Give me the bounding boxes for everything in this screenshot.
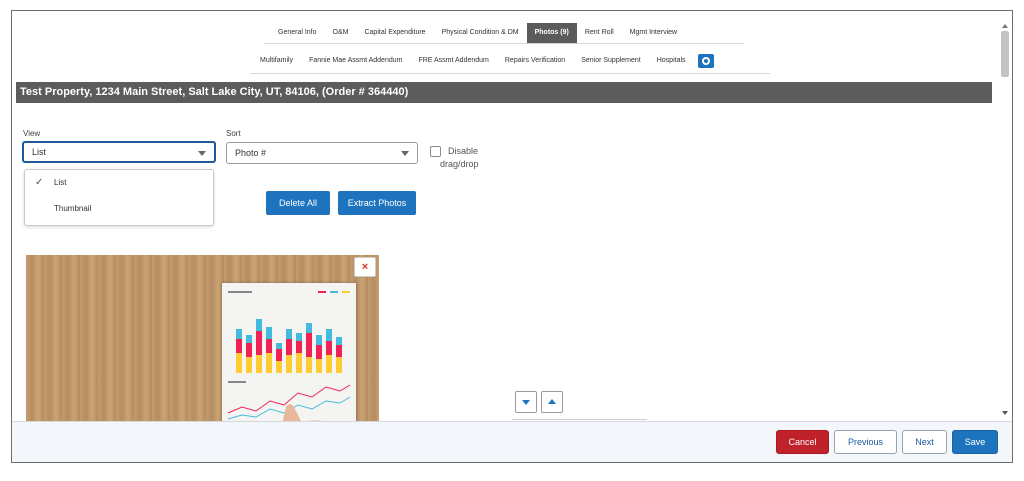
view-select[interactable]: List (22, 141, 216, 163)
tab-bar-secondary: Multifamily Fannie Mae Assmt Addendum FR… (252, 51, 714, 71)
chevron-down-icon (401, 151, 409, 156)
photo-chart-illustration (227, 291, 351, 425)
cancel-button[interactable]: Cancel (776, 430, 829, 454)
tab-divider (264, 43, 744, 44)
view-label: View (23, 129, 41, 138)
view-option-thumbnail[interactable]: Thumbnail (25, 198, 213, 220)
extract-photos-button[interactable]: Extract Photos (338, 191, 416, 215)
delete-photo-button[interactable]: × (354, 257, 376, 277)
tab-photos[interactable]: Photos (9) (526, 23, 577, 43)
divider (512, 419, 647, 420)
vertical-scrollbar[interactable] (998, 21, 1012, 421)
save-button[interactable]: Save (952, 430, 998, 454)
arrow-up-icon (548, 399, 556, 404)
sort-select[interactable]: Photo # (226, 142, 418, 164)
camera-icon[interactable] (697, 54, 714, 68)
check-icon: ✓ (35, 177, 44, 188)
tab-hospitals[interactable]: Hospitals (649, 51, 694, 71)
tab-physical-condition[interactable]: Physical Condition & DM (434, 23, 527, 43)
tab-bar-primary: General Info O&M Capital Expenditure Phy… (270, 23, 685, 43)
scrollbar-thumb[interactable] (1001, 31, 1009, 77)
tab-fannie-mae-addendum[interactable]: Fannie Mae Assmt Addendum (301, 51, 410, 71)
photo-item[interactable] (26, 255, 379, 425)
sort-label: Sort (226, 129, 241, 138)
camera-lens (701, 57, 710, 65)
view-option-label: Thumbnail (54, 204, 92, 213)
tab-senior-supplement[interactable]: Senior Supplement (573, 51, 649, 71)
disable-dragdrop-label-line2: drag/drop (440, 159, 479, 169)
photo-chart-paper (222, 283, 356, 425)
move-down-button[interactable] (515, 391, 537, 413)
tab-fre-addendum[interactable]: FRE Assmt Addendum (410, 51, 496, 71)
delete-all-button[interactable]: Delete All (266, 191, 330, 215)
tab-multifamily[interactable]: Multifamily (252, 51, 301, 71)
disable-dragdrop-label: Disable drag/drop (440, 145, 504, 171)
tab-rent-roll[interactable]: Rent Roll (577, 23, 622, 43)
scroll-up-arrow-icon[interactable] (1002, 24, 1008, 28)
next-button[interactable]: Next (902, 430, 947, 454)
tab-repairs-verification[interactable]: Repairs Verification (497, 51, 573, 71)
tab-divider (250, 73, 770, 74)
footer-action-bar: Cancel Previous Next Save (12, 421, 1012, 462)
tab-general-info[interactable]: General Info (270, 23, 325, 43)
move-up-button[interactable] (541, 391, 563, 413)
arrow-down-icon (522, 400, 530, 405)
previous-button[interactable]: Previous (834, 430, 897, 454)
view-select-value: List (32, 147, 47, 157)
chevron-down-icon (198, 151, 206, 156)
view-option-list[interactable]: ✓ List (25, 172, 213, 194)
tab-mgmt-interview[interactable]: Mgmt Interview (622, 23, 685, 43)
scroll-down-arrow-icon[interactable] (1002, 411, 1008, 415)
app-frame: General Info O&M Capital Expenditure Phy… (11, 10, 1013, 463)
view-option-label: List (54, 178, 67, 187)
property-title-bar: Test Property, 1234 Main Street, Salt La… (16, 82, 992, 103)
disable-dragdrop-label-line1: Disable (448, 146, 479, 156)
tab-om[interactable]: O&M (325, 23, 357, 43)
tab-capital-expenditure[interactable]: Capital Expenditure (356, 23, 433, 43)
view-dropdown-menu: ✓ List Thumbnail (24, 169, 214, 226)
disable-dragdrop-checkbox[interactable] (430, 146, 441, 157)
sort-select-value: Photo # (235, 148, 267, 158)
